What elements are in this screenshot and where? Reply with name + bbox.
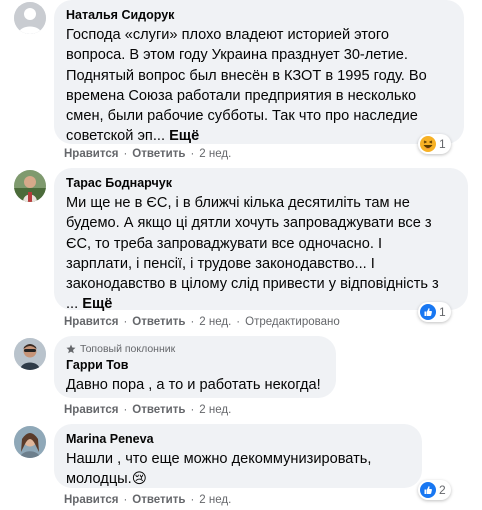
comment-text: Ми ще не в ЄС, і в ближчі кілька десятил… [66, 193, 456, 315]
reaction-summary[interactable]: 1 [418, 302, 451, 322]
separator-dot: · [190, 316, 195, 328]
comment-author[interactable]: Наталья Сидорук [66, 7, 452, 23]
separator-dot: · [123, 494, 128, 506]
comment-4: Marina Peneva Нашли , что еще можно деко… [0, 424, 482, 510]
separator-dot: · [236, 316, 241, 328]
comment-text-body: Господа «слуги» плохо владеют историей э… [66, 27, 427, 145]
user-photo-icon [14, 338, 46, 370]
separator-dot: · [190, 148, 195, 160]
see-more-link[interactable]: Ещё [82, 296, 112, 312]
comment-actions: Нравится · Ответить · 2 нед. · Отредакти… [64, 316, 340, 328]
comment-text-body: Нашли , что еще можно декоммунизировать,… [66, 451, 372, 488]
comment-actions: Нравится · Ответить · 2 нед. [64, 148, 231, 160]
avatar-marina[interactable] [14, 426, 46, 458]
like-thumb-icon [420, 482, 436, 498]
comment-timestamp[interactable]: 2 нед. [199, 316, 231, 328]
default-avatar-icon [14, 2, 46, 34]
haha-emoji-icon [420, 136, 436, 152]
user-photo-icon [14, 170, 46, 202]
separator-dot: · [190, 494, 195, 506]
comment-3: Топовый поклонник Гарри Тов Давно пора ,… [0, 336, 482, 420]
comment-author[interactable]: Гарри Тов [66, 357, 324, 373]
comment-actions: Нравится · Ответить · 2 нед. [64, 494, 231, 506]
comment-2: Тарас Боднарчук Ми ще не в ЄС, і в ближч… [0, 168, 482, 330]
comment-timestamp[interactable]: 2 нед. [199, 148, 231, 160]
comment-text: Господа «слуги» плохо владеют историей э… [66, 25, 452, 147]
reaction-count: 2 [439, 483, 446, 497]
see-more-link[interactable]: Ещё [169, 128, 199, 144]
reaction-count: 1 [439, 137, 446, 151]
comment-bubble: Marina Peneva Нашли , что еще можно деко… [54, 424, 422, 488]
comment-timestamp[interactable]: 2 нед. [199, 404, 231, 416]
comment-text: Давно пора , а то и работать некогда! [66, 377, 321, 393]
top-fan-label: Топовый поклонник [80, 343, 176, 355]
reaction-summary[interactable]: 2 [418, 480, 451, 500]
comment-author[interactable]: Marina Peneva [66, 431, 410, 447]
top-fan-icon [66, 344, 76, 354]
comment-1: Наталья Сидорук Господа «слуги» плохо вл… [0, 0, 482, 160]
comment-bubble: Тарас Боднарчук Ми ще не в ЄС, і в ближч… [54, 168, 468, 312]
reply-button[interactable]: Ответить [132, 316, 185, 328]
separator-dot: · [123, 404, 128, 416]
reply-button[interactable]: Ответить [132, 494, 185, 506]
top-fan-badge[interactable]: Топовый поклонник [66, 343, 324, 355]
separator-dot: · [190, 404, 195, 416]
crying-emoji-icon: 😢 [131, 471, 147, 488]
comment-bubble: Наталья Сидорук Господа «слуги» плохо вл… [54, 0, 464, 144]
separator-dot: · [123, 316, 128, 328]
like-button[interactable]: Нравится [64, 148, 118, 160]
user-photo-icon [14, 426, 46, 458]
comment-actions: Нравится · Ответить · 2 нед. [64, 404, 231, 416]
like-button[interactable]: Нравится [64, 316, 118, 328]
like-button[interactable]: Нравится [64, 404, 118, 416]
edited-label[interactable]: Отредактировано [245, 316, 340, 328]
comment-author[interactable]: Тарас Боднарчук [66, 175, 456, 191]
comment-bubble: Топовый поклонник Гарри Тов Давно пора ,… [54, 336, 336, 398]
avatar-default[interactable] [14, 2, 46, 34]
reaction-summary[interactable]: 1 [418, 134, 451, 154]
like-button[interactable]: Нравится [64, 494, 118, 506]
avatar-taras[interactable] [14, 170, 46, 202]
comment-timestamp[interactable]: 2 нед. [199, 494, 231, 506]
reaction-count: 1 [439, 305, 446, 319]
separator-dot: · [123, 148, 128, 160]
reply-button[interactable]: Ответить [132, 148, 185, 160]
comment-text: Нашли , что еще можно декоммунизировать,… [66, 449, 410, 490]
reply-button[interactable]: Ответить [132, 404, 185, 416]
like-thumb-icon [420, 304, 436, 320]
comment-text-body: Ми ще не в ЄС, і в ближчі кілька десятил… [66, 195, 439, 313]
avatar-garri[interactable] [14, 338, 46, 370]
